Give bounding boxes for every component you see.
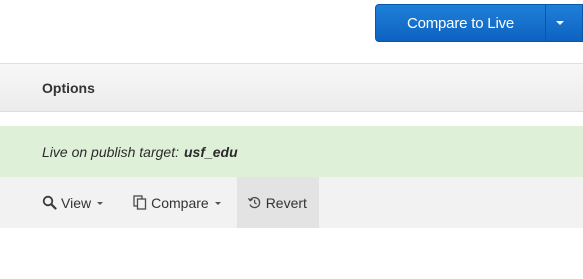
view-label: View xyxy=(61,194,92,211)
view-menu-button[interactable]: View xyxy=(42,177,104,228)
compare-to-live-button[interactable]: Compare to Live xyxy=(376,5,546,41)
options-heading[interactable]: Options xyxy=(42,80,95,96)
chevron-down-icon xyxy=(97,201,104,205)
live-status-prefix: Live on publish target: xyxy=(42,143,179,160)
publish-target-name: usf_edu xyxy=(183,143,238,160)
chevron-down-icon xyxy=(214,201,221,205)
compare-label: Compare xyxy=(151,194,209,211)
live-status-banner: Live on publish target: usf_edu xyxy=(0,126,583,177)
options-bar: Options xyxy=(0,63,583,112)
copy-pages-icon xyxy=(133,195,147,210)
compare-menu-button[interactable]: Compare xyxy=(133,177,221,228)
page-toolbar: View Compare Revert xyxy=(0,177,583,228)
chevron-down-icon xyxy=(556,21,564,25)
undo-clock-icon xyxy=(247,195,262,210)
page: Compare to Live Options Live on publish … xyxy=(0,0,583,279)
magnifier-icon xyxy=(42,195,57,210)
revert-label: Revert xyxy=(265,194,307,211)
compare-to-live-split-button: Compare to Live xyxy=(375,4,583,42)
revert-button[interactable]: Revert xyxy=(236,177,319,228)
compare-to-live-dropdown-toggle[interactable] xyxy=(546,5,582,41)
